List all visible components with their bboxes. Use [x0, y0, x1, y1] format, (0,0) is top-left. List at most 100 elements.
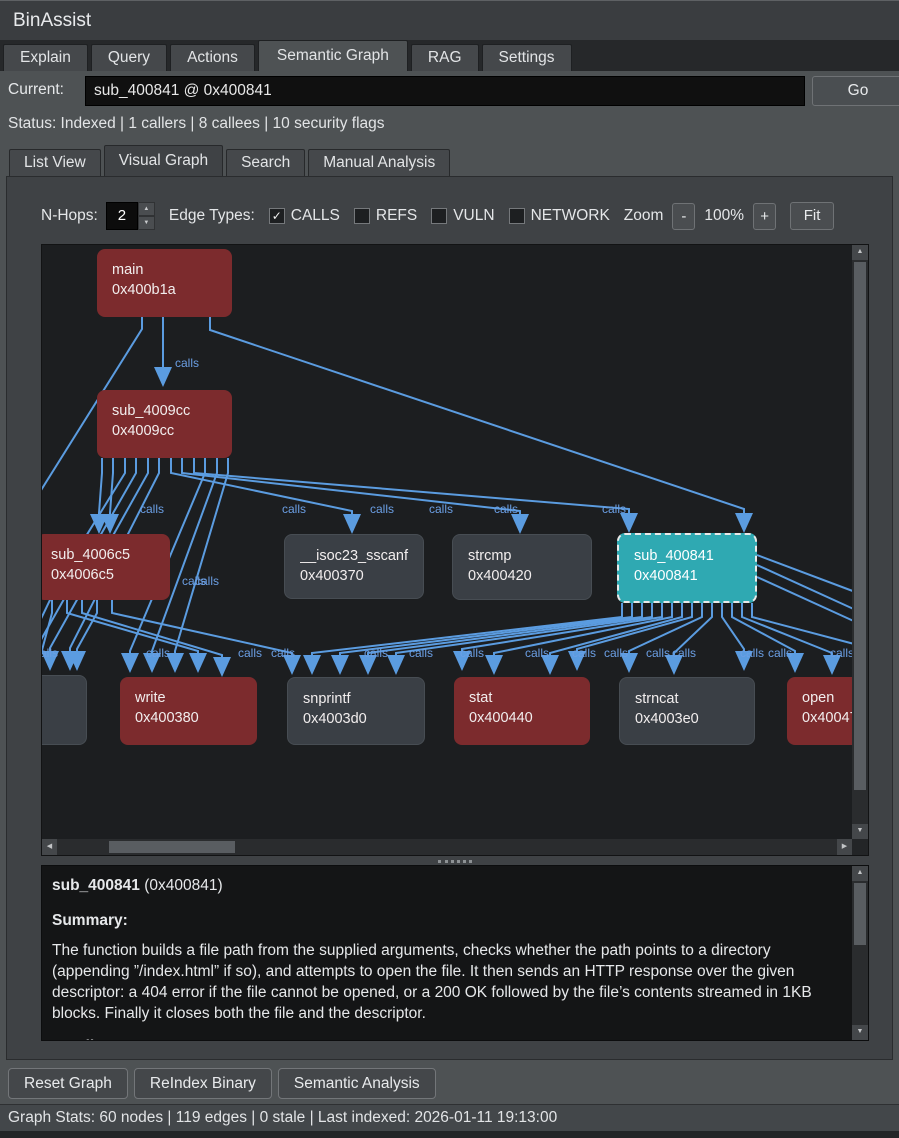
graph-node-sub-400841-selected[interactable]: sub_400841 0x400841	[617, 533, 757, 603]
svg-text:calls: calls	[494, 502, 518, 516]
graph-controls: N-Hops: 2 ▲ ▼ Edge Types: ✓ CALLS REFS V…	[41, 199, 834, 233]
titlebar: BinAssist	[0, 0, 899, 40]
current-function-row: Current: Go	[0, 71, 899, 111]
nhops-value[interactable]: 2	[106, 202, 138, 230]
semantic-analysis-button[interactable]: Semantic Analysis	[278, 1068, 436, 1099]
nhops-label: N-Hops:	[41, 207, 98, 225]
svg-text:calls: calls	[740, 646, 764, 660]
graph-horizontal-scrollbar[interactable]: ◀ ▶	[42, 839, 852, 855]
tab-actions[interactable]: Actions	[170, 44, 255, 71]
view-tab-bar: List View Visual Graph Search Manual Ana…	[6, 145, 450, 176]
scroll-left-icon[interactable]: ◀	[42, 839, 57, 855]
svg-text:calls: calls	[460, 646, 484, 660]
svg-text:calls: calls	[238, 646, 262, 660]
summary-text: The function builds a file path from the…	[52, 940, 842, 1024]
svg-text:calls: calls	[429, 502, 453, 516]
tab-settings[interactable]: Settings	[482, 44, 572, 71]
refs-checkbox-label: REFS	[376, 207, 417, 225]
graph-node-snprintf[interactable]: snprintf 0x4003d0	[287, 677, 425, 745]
details-scroll-up-icon[interactable]: ▲	[852, 866, 868, 881]
current-function-input[interactable]	[85, 76, 805, 106]
fit-button[interactable]: Fit	[790, 202, 834, 230]
svg-text:calls: calls	[604, 646, 628, 660]
graph-node-write[interactable]: write 0x400380	[120, 677, 257, 745]
svg-text:calls: calls	[42, 646, 58, 660]
graph-viewport[interactable]: calls calls calls calls calls calls call…	[42, 245, 854, 840]
vuln-checkbox-icon[interactable]	[431, 208, 447, 224]
summary-label: Summary:	[52, 910, 842, 931]
nhops-down-icon[interactable]: ▼	[138, 216, 155, 230]
scroll-right-icon[interactable]: ▶	[837, 839, 852, 855]
svg-text:calls: calls	[525, 646, 549, 660]
svg-text:calls: calls	[830, 646, 854, 660]
calls-checkbox-icon[interactable]: ✓	[269, 208, 285, 224]
graph-stats-text: Graph Stats: 60 nodes | 119 edges | 0 st…	[8, 1109, 557, 1127]
semantic-graph-panel: N-Hops: 2 ▲ ▼ Edge Types: ✓ CALLS REFS V…	[6, 176, 893, 1060]
graph-node-main[interactable]: main 0x400b1a	[97, 249, 232, 317]
svg-text:calls: calls	[271, 646, 295, 660]
binassist-window: BinAssist Explain Query Actions Semantic…	[0, 0, 899, 1138]
vuln-checkbox-label: VULN	[453, 207, 494, 225]
checkbox-calls[interactable]: ✓ CALLS	[269, 207, 340, 225]
statusbar: Graph Stats: 60 nodes | 119 edges | 0 st…	[0, 1104, 899, 1131]
graph-node-strncat[interactable]: strncat 0x4003e0	[619, 677, 755, 745]
splitter-dots-icon	[438, 860, 472, 863]
svg-text:calls: calls	[195, 574, 219, 588]
svg-text:calls: calls	[364, 646, 388, 660]
svg-text:calls: calls	[175, 356, 199, 370]
checkbox-vuln[interactable]: VULN	[431, 207, 494, 225]
tab-search[interactable]: Search	[226, 149, 305, 176]
details-vertical-scrollbar[interactable]: ▲ ▼	[852, 866, 868, 1040]
svg-text:calls: calls	[646, 646, 670, 660]
go-button[interactable]: Go	[812, 76, 899, 106]
scroll-up-icon[interactable]: ▲	[852, 245, 868, 260]
nhops-stepper[interactable]: 2 ▲ ▼	[106, 202, 155, 230]
graph-node-stat[interactable]: stat 0x400440	[454, 677, 590, 745]
details-scroll-down-icon[interactable]: ▼	[852, 1025, 868, 1040]
svg-text:calls: calls	[146, 646, 170, 660]
graph-node-open[interactable]: open 0x400470	[787, 677, 854, 745]
graph-node-sub-4009cc[interactable]: sub_4009cc 0x4009cc	[97, 390, 232, 458]
graph-hscroll-thumb[interactable]	[109, 841, 235, 853]
reindex-binary-button[interactable]: ReIndex Binary	[134, 1068, 272, 1099]
scrollbar-corner	[852, 839, 868, 855]
tab-query[interactable]: Query	[91, 44, 167, 71]
checkbox-refs[interactable]: REFS	[354, 207, 417, 225]
current-label: Current:	[8, 81, 64, 99]
graph-vscroll-thumb[interactable]	[854, 262, 866, 790]
graph-node-strcmp[interactable]: strcmp 0x400420	[452, 534, 592, 600]
svg-text:calls: calls	[282, 502, 306, 516]
tab-rag[interactable]: RAG	[411, 44, 479, 71]
graph-vertical-scrollbar[interactable]: ▲ ▼	[852, 245, 868, 839]
svg-text:calls: calls	[768, 646, 792, 660]
tab-manual-analysis[interactable]: Manual Analysis	[308, 149, 450, 176]
tab-semantic-graph[interactable]: Semantic Graph	[258, 40, 408, 71]
index-status-line: Status: Indexed | 1 callers | 8 callees …	[8, 115, 385, 133]
details-content: sub_400841 (0x400841) Summary: The funct…	[52, 866, 842, 1041]
checkbox-network[interactable]: NETWORK	[509, 207, 610, 225]
graph-node-sub-4006c5[interactable]: sub_4006c5 0x4006c5	[42, 534, 170, 600]
zoom-out-button[interactable]: -	[672, 203, 695, 230]
network-checkbox-icon[interactable]	[509, 208, 525, 224]
details-label: Details:	[52, 1036, 842, 1041]
graph-node-clipped-left[interactable]	[42, 675, 87, 745]
main-tab-bar: Explain Query Actions Semantic Graph RAG…	[0, 40, 899, 71]
edge-types-label: Edge Types:	[169, 207, 255, 225]
tab-list-view[interactable]: List View	[9, 149, 101, 176]
svg-text:calls: calls	[572, 646, 596, 660]
nhops-up-icon[interactable]: ▲	[138, 202, 155, 216]
details-panel: sub_400841 (0x400841) Summary: The funct…	[41, 865, 869, 1041]
splitter-handle[interactable]	[41, 858, 869, 864]
tab-visual-graph[interactable]: Visual Graph	[104, 145, 223, 176]
scroll-down-icon[interactable]: ▼	[852, 824, 868, 839]
bottom-strip	[0, 1131, 899, 1138]
graph-canvas[interactable]: calls calls calls calls calls calls call…	[41, 244, 869, 856]
refs-checkbox-icon[interactable]	[354, 208, 370, 224]
graph-node-isoc23-sscanf[interactable]: __isoc23_sscanf 0x400370	[284, 534, 424, 599]
calls-checkbox-label: CALLS	[291, 207, 340, 225]
zoom-in-button[interactable]: +	[753, 203, 776, 230]
zoom-value: 100%	[704, 207, 744, 225]
reset-graph-button[interactable]: Reset Graph	[8, 1068, 128, 1099]
details-vscroll-thumb[interactable]	[854, 883, 866, 945]
tab-explain[interactable]: Explain	[3, 44, 88, 71]
